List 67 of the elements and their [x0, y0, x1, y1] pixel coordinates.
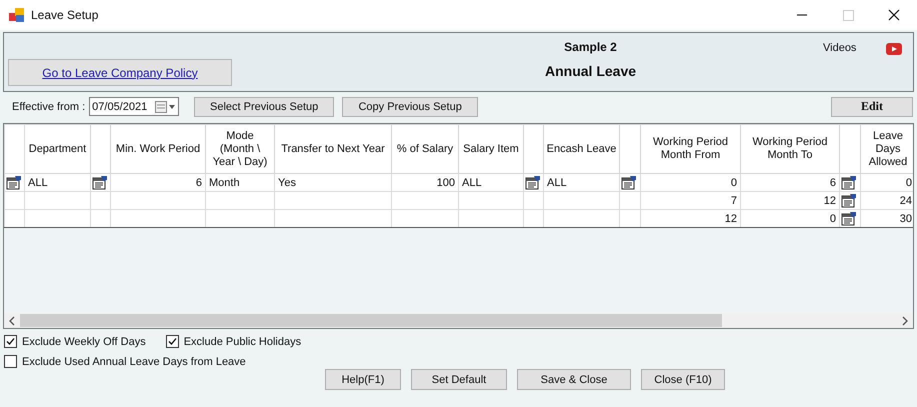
leave-type-title: Annual Leave: [544, 63, 636, 79]
lookup-cell[interactable]: [840, 210, 860, 228]
lookup-cell[interactable]: [620, 210, 640, 228]
column-header[interactable]: % of Salary: [392, 124, 458, 174]
table-cell: 0: [860, 174, 913, 192]
lookup-cell[interactable]: [620, 174, 640, 192]
column-header[interactable]: Salary Item: [458, 124, 524, 174]
lookup-cell[interactable]: [90, 210, 110, 228]
column-header[interactable]: Working Period Month From: [640, 124, 740, 174]
scroll-thumb[interactable]: [20, 314, 722, 327]
column-header[interactable]: Min. Work Period: [110, 124, 206, 174]
lookup-icon[interactable]: [621, 175, 637, 190]
table-cell: 7: [640, 192, 740, 210]
toolbar-button[interactable]: Select Previous Setup: [194, 96, 334, 116]
dialog-button[interactable]: Save & Close: [517, 369, 631, 390]
lookup-cell[interactable]: [90, 192, 110, 210]
row-header-cell[interactable]: [4, 210, 24, 228]
column-header[interactable]: Mode (Month \ Year \ Day): [206, 124, 274, 174]
effective-from-label: Effective from :: [12, 100, 86, 112]
lookup-icon[interactable]: [841, 193, 857, 208]
column-header[interactable]: Leave Days Allowed: [860, 124, 913, 174]
table-cell: 6: [110, 174, 206, 192]
table-cell: 6: [740, 174, 840, 192]
table-cell: Yes: [274, 174, 392, 192]
table-cell: 24: [860, 192, 913, 210]
policy-link-button[interactable]: Go to Leave Company Policy: [8, 59, 232, 86]
checkbox[interactable]: [4, 335, 17, 348]
video-play-icon[interactable]: [886, 43, 902, 55]
lookup-cell[interactable]: [840, 192, 860, 210]
app-icon: [9, 8, 25, 22]
column-header[interactable]: Working Period Month To: [740, 124, 840, 174]
dialog-button[interactable]: Close (F10): [641, 369, 725, 390]
dialog-button[interactable]: Help(F1): [325, 369, 401, 390]
lookup-cell[interactable]: [524, 192, 544, 210]
window-title: Leave Setup: [31, 8, 98, 22]
dialog-button[interactable]: Set Default: [411, 369, 507, 390]
checkbox[interactable]: [166, 335, 179, 348]
horizontal-scrollbar[interactable]: [4, 313, 913, 328]
toolbar-button[interactable]: Copy Previous Setup: [342, 96, 478, 116]
date-field[interactable]: 07/05/2021: [89, 97, 180, 116]
table-cell: ALL: [24, 174, 90, 192]
lookup-icon[interactable]: [841, 175, 857, 190]
lookup-icon[interactable]: [841, 211, 857, 226]
checkbox-label[interactable]: Exclude Public Holidays: [184, 336, 302, 348]
table-cell: 12: [740, 192, 840, 210]
table-cell: ALL: [458, 174, 524, 192]
column-header[interactable]: Transfer to Next Year: [274, 124, 392, 174]
checkbox-label[interactable]: Exclude Weekly Off Days: [22, 336, 146, 348]
table-cell: 0: [740, 210, 840, 228]
column-header[interactable]: Encash Leave: [544, 124, 620, 174]
table-cell: 100: [392, 174, 458, 192]
edit-button[interactable]: Edit: [831, 96, 913, 116]
column-header[interactable]: Department: [24, 124, 90, 174]
table-cell: ALL: [544, 174, 620, 192]
videos-link[interactable]: Videos: [823, 42, 856, 54]
table-cell: 0: [640, 174, 740, 192]
lookup-cell[interactable]: [620, 192, 640, 210]
lookup-cell[interactable]: [840, 174, 860, 192]
row-header-cell[interactable]: [4, 192, 24, 210]
company-name: Sample 2: [564, 40, 617, 54]
checkbox-label[interactable]: Exclude Used Annual Leave Days from Leave: [22, 356, 246, 368]
table-cell: 12: [640, 210, 740, 228]
lookup-cell[interactable]: [524, 210, 544, 228]
calendar-dropdown-icon[interactable]: [154, 100, 176, 114]
checkbox[interactable]: [4, 355, 17, 368]
table-cell: Month: [206, 174, 274, 192]
table-cell: 30: [860, 210, 913, 228]
